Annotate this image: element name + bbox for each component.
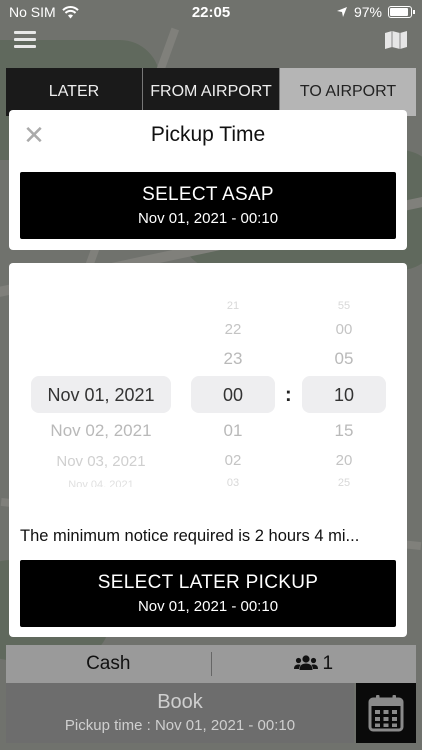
- passenger-count-control[interactable]: 1: [212, 645, 417, 683]
- dialog-title: Pickup Time: [150, 123, 266, 146]
- calendar-button[interactable]: [356, 683, 416, 743]
- book-pickup-time: Pickup time : Nov 01, 2021 - 00:10: [64, 717, 296, 734]
- minute-option[interactable]: 20: [302, 452, 386, 469]
- status-bar: No SIM 22:05 97%: [0, 0, 422, 26]
- minute-selected[interactable]: 10: [302, 385, 386, 406]
- date-option[interactable]: Nov 04, 2021: [31, 479, 171, 487]
- hour-option[interactable]: 02: [191, 452, 275, 469]
- hour-option[interactable]: 23: [191, 349, 275, 369]
- minute-option[interactable]: 25: [302, 477, 386, 487]
- select-asap-button[interactable]: SELECT ASAP Nov 01, 2021 - 00:10: [20, 172, 396, 239]
- hour-option[interactable]: 22: [191, 321, 275, 338]
- passenger-count: 1: [322, 653, 334, 674]
- hour-selected[interactable]: 00: [191, 385, 275, 406]
- payment-method[interactable]: Cash: [6, 645, 211, 683]
- asap-button-datetime: Nov 01, 2021 - 00:10: [137, 210, 279, 227]
- calendar-icon: [368, 695, 404, 732]
- location-arrow-icon: [336, 7, 347, 17]
- tab-later[interactable]: LATER: [6, 68, 143, 116]
- hour-option[interactable]: 03: [191, 477, 275, 487]
- tab-to-airport[interactable]: TO AIRPORT: [280, 68, 416, 116]
- date-selected[interactable]: Nov 01, 2021: [31, 385, 171, 406]
- pickup-time-dialog: ✕ Pickup Time SELECT ASAP Nov 01, 2021 -…: [9, 110, 407, 250]
- time-separator: :: [285, 384, 292, 406]
- minute-option[interactable]: 00: [302, 321, 386, 338]
- later-button-datetime: Nov 01, 2021 - 00:10: [137, 598, 279, 615]
- asap-button-label: SELECT ASAP: [142, 184, 274, 205]
- date-time-picker-card: Nov 01, 2021 Nov 02, 2021 Nov 03, 2021 N…: [9, 263, 407, 637]
- hour-option[interactable]: 01: [191, 421, 275, 441]
- minute-option[interactable]: 05: [302, 349, 386, 369]
- book-button[interactable]: Book Pickup time : Nov 01, 2021 - 00:10: [6, 683, 354, 743]
- hour-option[interactable]: 21: [191, 300, 275, 310]
- minimum-notice-text: The minimum notice required is 2 hours 4…: [20, 527, 360, 545]
- date-option[interactable]: Nov 02, 2021: [31, 421, 171, 441]
- tab-from-airport[interactable]: FROM AIRPORT: [143, 68, 280, 116]
- book-label: Book: [157, 691, 203, 713]
- users-icon: [294, 655, 319, 670]
- battery-percent: 97%: [353, 4, 382, 20]
- hamburger-menu-icon[interactable]: [14, 31, 36, 49]
- minute-option[interactable]: 55: [302, 300, 386, 310]
- minute-option[interactable]: 15: [302, 421, 386, 441]
- select-later-pickup-button[interactable]: SELECT LATER PICKUP Nov 01, 2021 - 00:10: [20, 560, 396, 627]
- later-button-label: SELECT LATER PICKUP: [97, 572, 319, 593]
- battery-icon: [388, 6, 415, 18]
- payment-passenger-row: Cash 1: [6, 645, 416, 683]
- trip-type-tabs: LATER FROM AIRPORT TO AIRPORT: [6, 68, 416, 116]
- date-option[interactable]: Nov 03, 2021: [31, 453, 171, 470]
- map-icon[interactable]: [384, 30, 408, 50]
